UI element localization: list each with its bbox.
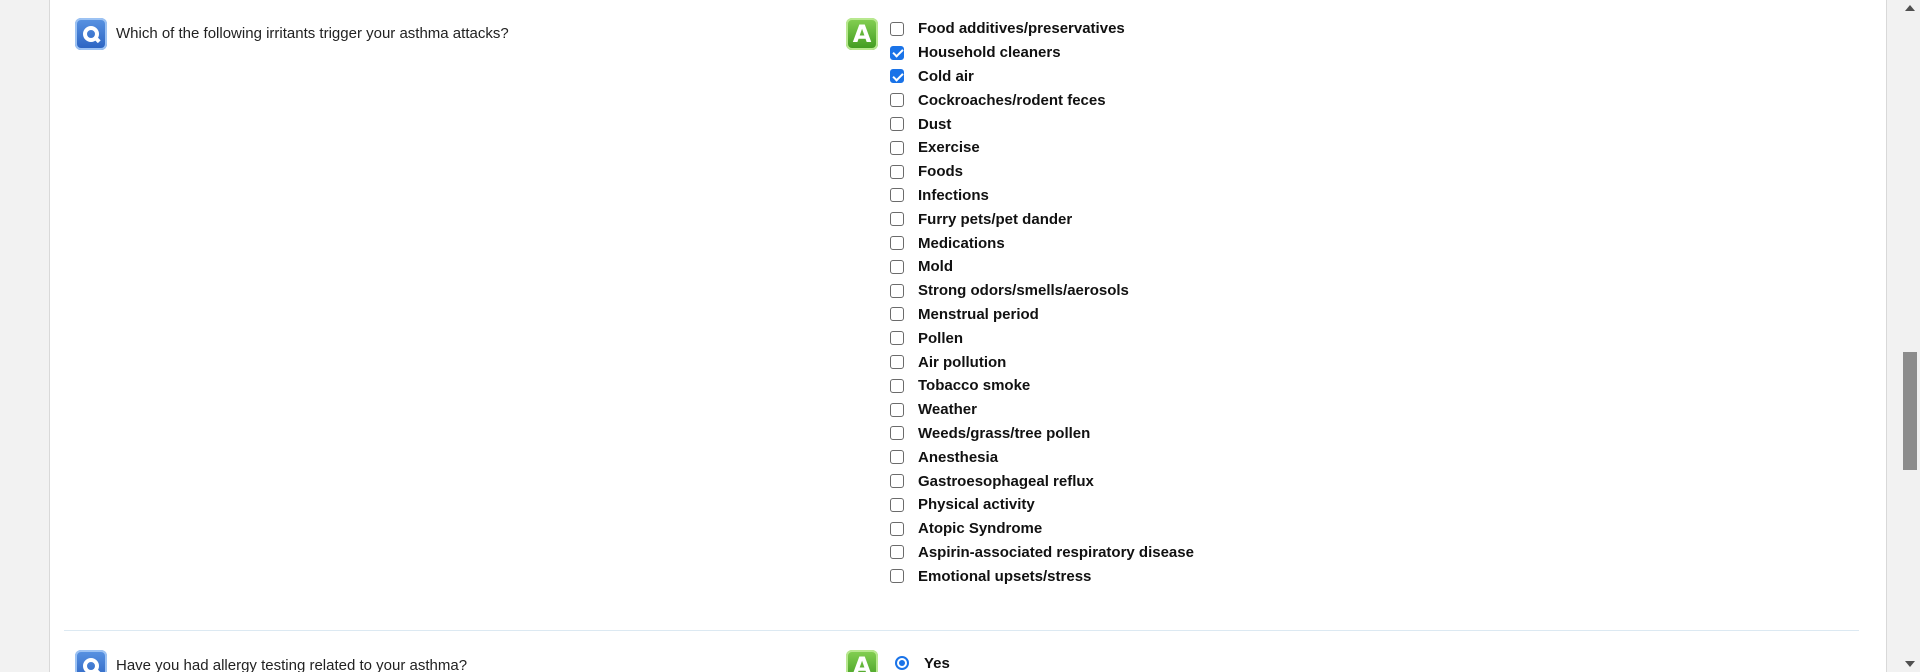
option-label: Cold air	[918, 67, 974, 85]
option-checkbox[interactable]	[890, 212, 904, 227]
irritant-option[interactable]: Anesthesia	[890, 445, 1194, 469]
q-glyph	[83, 658, 99, 672]
irritant-option[interactable]: Food additives/preservatives	[890, 17, 1194, 41]
option-checkbox[interactable]	[890, 259, 904, 274]
irritant-option[interactable]: Emotional upsets/stress	[890, 564, 1194, 588]
option-checkbox[interactable]	[890, 45, 904, 60]
irritant-option[interactable]: Cockroaches/rodent feces	[890, 88, 1194, 112]
scroll-thumb[interactable]	[1903, 352, 1917, 470]
option-label: Strong odors/smells/aerosols	[918, 282, 1129, 300]
option-checkbox[interactable]	[890, 497, 904, 512]
question-badge-icon	[75, 650, 107, 672]
option-checkbox[interactable]	[890, 402, 904, 417]
irritant-option[interactable]: Strong odors/smells/aerosols	[890, 279, 1194, 303]
irritant-option[interactable]: Infections	[890, 184, 1194, 208]
irritant-option[interactable]: Weather	[890, 398, 1194, 422]
option-checkbox[interactable]	[890, 21, 904, 36]
question-1-text: Which of the following irritants trigger…	[116, 25, 509, 42]
irritant-option[interactable]: Air pollution	[890, 350, 1194, 374]
option-label: Weeds/grass/tree pollen	[918, 424, 1091, 442]
option-label: Mold	[918, 258, 953, 276]
option-checkbox[interactable]	[890, 117, 904, 132]
option-label: Aspirin-associated respiratory disease	[918, 543, 1194, 561]
irritant-option[interactable]: Gastroesophageal reflux	[890, 469, 1194, 493]
option-label: Air pollution	[918, 353, 1007, 371]
option-label: Pollen	[918, 329, 964, 347]
option-checkbox[interactable]	[890, 307, 904, 322]
option-label: Gastroesophageal reflux	[918, 472, 1094, 490]
option-checkbox[interactable]	[890, 450, 904, 465]
irritant-option[interactable]: Atopic Syndrome	[890, 517, 1194, 541]
option-checkbox[interactable]	[890, 378, 904, 393]
irritant-option[interactable]: Dust	[890, 112, 1194, 136]
option-label: Weather	[918, 401, 977, 419]
vertical-scrollbar[interactable]	[1900, 0, 1920, 672]
option-label: Exercise	[918, 139, 980, 157]
irritant-option[interactable]: Menstrual period	[890, 303, 1194, 327]
answer-badge-icon: A	[846, 650, 878, 672]
option-checkbox[interactable]	[890, 69, 904, 84]
option-label: Physical activity	[918, 496, 1035, 514]
option-checkbox[interactable]	[890, 426, 904, 441]
option-checkbox[interactable]	[890, 283, 904, 298]
option-checkbox[interactable]	[890, 521, 904, 536]
section-divider	[64, 630, 1859, 631]
option-checkbox[interactable]	[890, 164, 904, 179]
option-label: Tobacco smoke	[918, 377, 1031, 395]
irritant-option[interactable]: Tobacco smoke	[890, 374, 1194, 398]
question-badge-icon	[75, 18, 107, 50]
irritant-option[interactable]: Medications	[890, 231, 1194, 255]
option-checkbox[interactable]	[890, 236, 904, 251]
irritant-option[interactable]: Pollen	[890, 326, 1194, 350]
scroll-down-arrow-icon[interactable]	[1905, 661, 1915, 667]
irritant-option[interactable]: Exercise	[890, 136, 1194, 160]
irritant-option[interactable]: Household cleaners	[890, 41, 1194, 65]
answer-badge-label: A	[852, 652, 872, 672]
option-label: Foods	[918, 163, 963, 181]
option-checkbox[interactable]	[890, 569, 904, 584]
scroll-up-arrow-icon[interactable]	[1905, 5, 1915, 11]
option-label: Dust	[918, 115, 952, 133]
yes-radio[interactable]	[895, 656, 909, 670]
option-checkbox[interactable]	[890, 545, 904, 560]
option-checkbox[interactable]	[890, 188, 904, 203]
option-label: Menstrual period	[918, 305, 1039, 323]
answer-badge-label: A	[852, 20, 872, 48]
irritant-option[interactable]: Weeds/grass/tree pollen	[890, 422, 1194, 446]
option-label: Household cleaners	[918, 44, 1061, 62]
option-checkbox[interactable]	[890, 140, 904, 155]
irritant-option[interactable]: Furry pets/pet dander	[890, 207, 1194, 231]
option-label: Food additives/preservatives	[918, 20, 1125, 38]
option-label: Cockroaches/rodent feces	[918, 91, 1106, 109]
yes-radio-label: Yes	[924, 655, 950, 672]
option-label: Medications	[918, 234, 1005, 252]
option-checkbox[interactable]	[890, 93, 904, 108]
questionnaire-panel: Which of the following irritants trigger…	[49, 0, 1887, 672]
irritant-options-list: Food additives/preservatives Household cl…	[890, 17, 1194, 588]
q-glyph	[83, 26, 99, 42]
option-label: Anesthesia	[918, 448, 999, 466]
option-checkbox[interactable]	[890, 331, 904, 346]
option-label: Infections	[918, 186, 989, 204]
irritant-option[interactable]: Physical activity	[890, 493, 1194, 517]
irritant-option[interactable]: Mold	[890, 255, 1194, 279]
irritant-option[interactable]: Foods	[890, 160, 1194, 184]
option-label: Atopic Syndrome	[918, 520, 1043, 538]
irritant-option[interactable]: Cold air	[890, 65, 1194, 89]
option-label: Furry pets/pet dander	[918, 210, 1073, 228]
option-checkbox[interactable]	[890, 355, 904, 370]
question-2-text: Have you had allergy testing related to …	[116, 657, 468, 672]
option-label: Emotional upsets/stress	[918, 567, 1092, 585]
irritant-option[interactable]: Aspirin-associated respiratory disease	[890, 541, 1194, 565]
option-checkbox[interactable]	[890, 474, 904, 489]
answer-badge-icon: A	[846, 18, 878, 50]
